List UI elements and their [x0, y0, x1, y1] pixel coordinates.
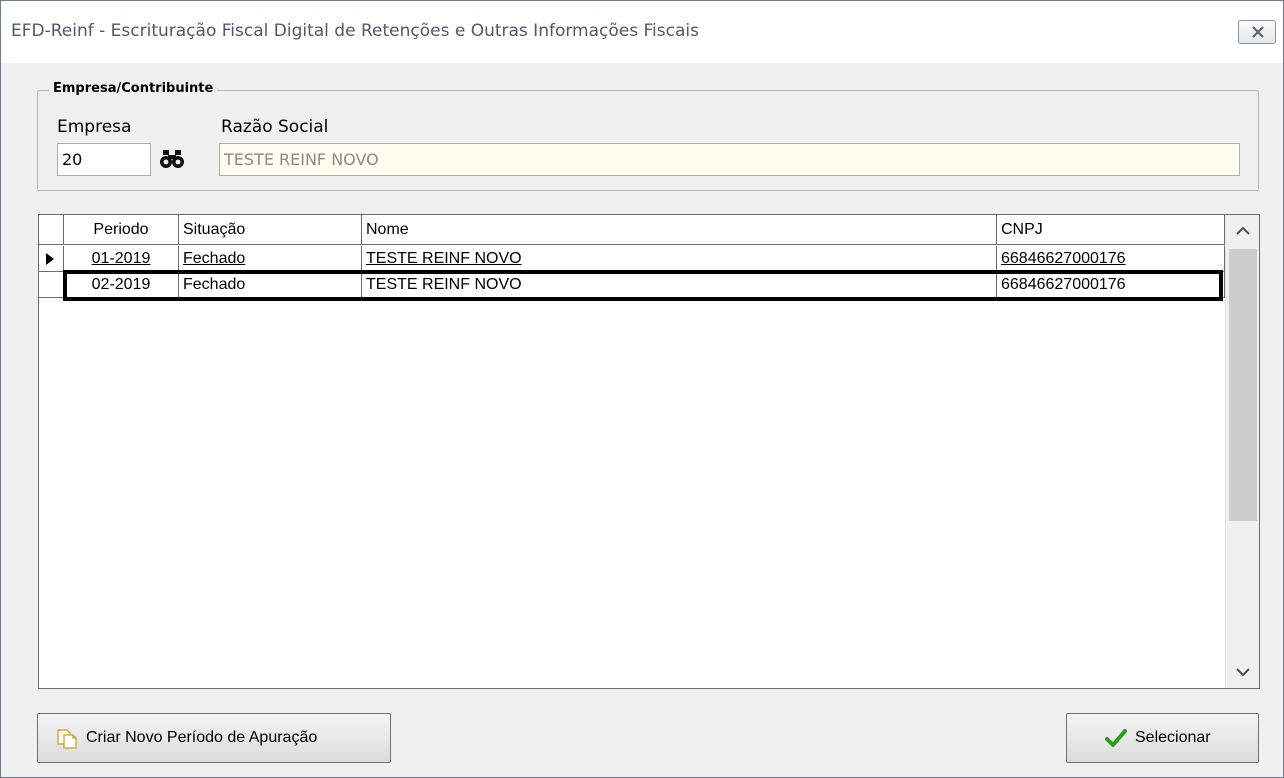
cell-situacao: Fechado: [179, 272, 362, 297]
checkmark-icon: [1105, 728, 1127, 748]
grid-header: Periodo Situação Nome CNPJ: [39, 215, 1225, 245]
select-button[interactable]: Selecionar: [1066, 713, 1259, 763]
column-header-periodo[interactable]: Periodo: [64, 215, 179, 244]
header-indicator-cell: [39, 215, 64, 244]
scroll-up-icon[interactable]: [1236, 226, 1250, 235]
column-header-cnpj[interactable]: CNPJ: [997, 215, 1225, 244]
cell-nome: TESTE REINF NOVO: [362, 246, 997, 271]
select-label: Selecionar: [1135, 729, 1211, 746]
close-icon: [1252, 26, 1264, 38]
row-indicator: [39, 246, 64, 271]
window-title: EFD-Reinf - Escrituração Fiscal Digital …: [11, 21, 699, 41]
empresa-input[interactable]: 20: [57, 143, 151, 176]
periods-grid[interactable]: Periodo Situação Nome CNPJ 01-2019 Fecha…: [38, 214, 1260, 689]
scroll-down-icon[interactable]: [1236, 668, 1250, 677]
main-window: EFD-Reinf - Escrituração Fiscal Digital …: [0, 0, 1284, 778]
close-button[interactable]: [1238, 20, 1276, 44]
column-header-situacao[interactable]: Situação: [179, 215, 362, 244]
table-row[interactable]: 02-2019 Fechado TESTE REINF NOVO 6684662…: [39, 272, 1225, 298]
razao-social-field: TESTE REINF NOVO: [219, 143, 1240, 176]
table-row[interactable]: 01-2019 Fechado TESTE REINF NOVO 6684662…: [39, 246, 1225, 272]
row-indicator: [39, 272, 64, 297]
column-header-nome[interactable]: Nome: [362, 215, 997, 244]
cell-nome: TESTE REINF NOVO: [362, 272, 997, 297]
cell-periodo: 02-2019: [64, 272, 179, 297]
current-row-arrow-icon: [46, 253, 54, 265]
empresa-label: Empresa: [57, 117, 132, 137]
cell-cnpj: 66846627000176: [997, 272, 1225, 297]
razao-social-label: Razão Social: [221, 117, 329, 137]
company-group-legend: Empresa/Contribuinte: [49, 81, 218, 96]
cell-cnpj: 66846627000176: [997, 246, 1225, 271]
cell-periodo: 01-2019: [64, 246, 179, 271]
new-document-icon: [56, 727, 78, 749]
create-period-label: Criar Novo Período de Apuração: [86, 729, 318, 746]
binoculars-icon[interactable]: [159, 149, 185, 173]
scrollbar-thumb[interactable]: [1229, 249, 1257, 521]
title-bar: EFD-Reinf - Escrituração Fiscal Digital …: [1, 1, 1283, 63]
cell-situacao: Fechado: [179, 246, 362, 271]
create-period-button[interactable]: Criar Novo Período de Apuração: [37, 713, 391, 763]
vertical-scrollbar[interactable]: [1225, 215, 1259, 688]
